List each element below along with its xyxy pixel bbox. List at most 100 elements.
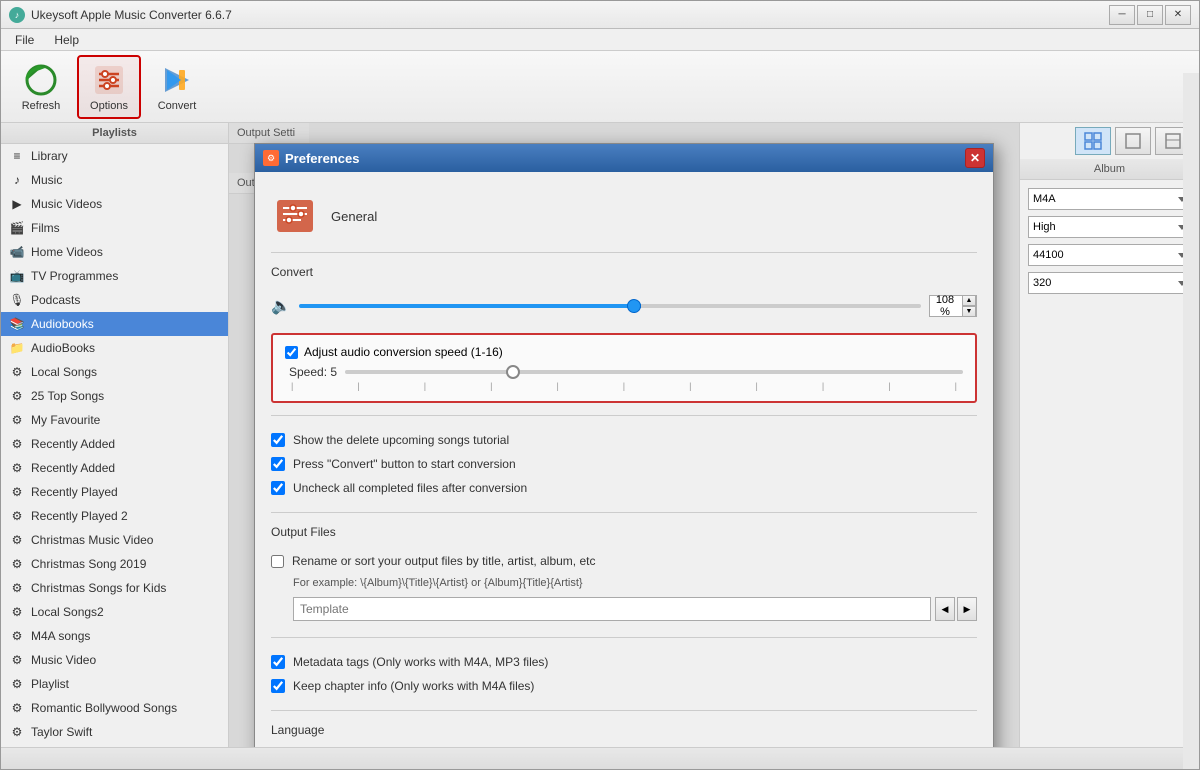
- input-btn-1[interactable]: ◀: [935, 597, 955, 621]
- title-input[interactable]: [293, 597, 931, 621]
- uncheck-completed-checkbox[interactable]: [271, 481, 285, 495]
- podcasts-icon: 🎙: [9, 292, 25, 308]
- favourite-icon: ⚙: [9, 412, 25, 428]
- refresh-label: Refresh: [22, 100, 61, 112]
- format-select[interactable]: M4AMP3AACFLAC: [1028, 188, 1191, 210]
- menu-help[interactable]: Help: [44, 31, 89, 49]
- rename-checkbox[interactable]: [271, 555, 284, 568]
- input-btn-2[interactable]: ▶: [957, 597, 977, 621]
- checkbox-row-3: Uncheck all completed files after conver…: [271, 476, 977, 500]
- sidebar-item-films[interactable]: 🎬 Films: [1, 216, 228, 240]
- sidebar-item-recently-added-2[interactable]: ⚙ Recently Added: [1, 456, 228, 480]
- modal-title-bar: ⚙ Preferences ✕: [255, 144, 993, 172]
- rate-select[interactable]: 441004800022050: [1028, 244, 1191, 266]
- sidebar-item-christmas-music-video[interactable]: ⚙ Christmas Music Video: [1, 528, 228, 552]
- chapter-checkbox[interactable]: [271, 679, 285, 693]
- options-icon: [91, 62, 127, 98]
- sidebar-item-podcasts[interactable]: 🎙 Podcasts: [1, 288, 228, 312]
- speed-slider[interactable]: [345, 370, 963, 374]
- sidebar-item-tv-programmes[interactable]: 📺 TV Programmes: [1, 264, 228, 288]
- convert-label: Convert: [158, 100, 197, 112]
- output-files-label: Output Files: [271, 525, 977, 539]
- divider-4: [271, 710, 977, 711]
- options-button[interactable]: Options: [77, 55, 141, 119]
- sidebar-item-music-videos[interactable]: ▶ Music Videos: [1, 192, 228, 216]
- quality-select[interactable]: HighMediumLow: [1028, 216, 1191, 238]
- speed-checkbox[interactable]: [285, 346, 298, 359]
- playlist-icon: ⚙: [9, 676, 25, 692]
- volume-down-button[interactable]: ▼: [962, 306, 976, 317]
- chapter-label: Keep chapter info (Only works with M4A f…: [293, 679, 534, 693]
- rate-row: 441004800022050: [1028, 244, 1191, 266]
- view-btn-single[interactable]: [1115, 127, 1151, 155]
- sidebar-item-audiobooks[interactable]: 📚 Audiobooks: [1, 312, 228, 336]
- sidebar: Playlists ≡ Library ♪ Music ▶ Music Vide…: [1, 123, 229, 747]
- sidebar-item-label: TV Programmes: [31, 269, 220, 283]
- sidebar-item-romantic-bollywood[interactable]: ⚙ Romantic Bollywood Songs: [1, 696, 228, 720]
- music-icon: ♪: [9, 172, 25, 188]
- options-label: Options: [90, 100, 128, 112]
- sidebar-item-local-songs[interactable]: ⚙ Local Songs: [1, 360, 228, 384]
- sidebar-item-25-top-songs[interactable]: ⚙ 25 Top Songs: [1, 384, 228, 408]
- christmas-music-video-icon: ⚙: [9, 532, 25, 548]
- sidebar-item-recently-added-1[interactable]: ⚙ Recently Added: [1, 432, 228, 456]
- films-icon: 🎬: [9, 220, 25, 236]
- sidebar-item-label: Library: [31, 149, 220, 163]
- input-side-buttons: ◀ ▶: [935, 597, 977, 621]
- sidebar-item-christmas-songs-kids[interactable]: ⚙ Christmas Songs for Kids: [1, 576, 228, 600]
- sidebar-item-label: Christmas Music Video: [31, 533, 220, 547]
- show-tutorial-label: Show the delete upcoming songs tutorial: [293, 433, 509, 447]
- press-convert-checkbox[interactable]: [271, 457, 285, 471]
- sidebar-item-recently-played-2[interactable]: ⚙ Recently Played 2: [1, 504, 228, 528]
- sidebar-item-local-songs2[interactable]: ⚙ Local Songs2: [1, 600, 228, 624]
- convert-section: Convert 🔈 108 % ▲ ▼: [271, 265, 977, 500]
- title-bar-controls: ─ □ ✕: [1109, 5, 1191, 25]
- sidebar-item-music-video[interactable]: ⚙ Music Video: [1, 648, 228, 672]
- bits-select[interactable]: 320256192128: [1028, 272, 1191, 294]
- close-button[interactable]: ✕: [1165, 5, 1191, 25]
- sidebar-item-label: Recently Added: [31, 437, 220, 451]
- title-bar-left: ♪ Ukeysoft Apple Music Converter 6.6.7: [9, 7, 232, 23]
- volume-up-button[interactable]: ▲: [962, 295, 976, 306]
- metadata-checkbox[interactable]: [271, 655, 285, 669]
- sidebar-item-label: Audiobooks: [31, 317, 220, 331]
- sidebar-item-label: Taylor Swift: [31, 725, 220, 739]
- volume-slider[interactable]: [299, 304, 921, 308]
- status-bar: [1, 747, 1199, 769]
- volume-row: 🔈 108 % ▲ ▼: [271, 287, 977, 325]
- divider-1: [271, 415, 977, 416]
- metadata-label: Metadata tags (Only works with M4A, MP3 …: [293, 655, 548, 669]
- output-files-section: Output Files Rename or sort your output …: [271, 525, 977, 698]
- sidebar-item-home-videos[interactable]: 📹 Home Videos: [1, 240, 228, 264]
- sidebar-item-m4a-songs[interactable]: ⚙ M4A songs: [1, 624, 228, 648]
- sidebar-item-taylor-swift[interactable]: ⚙ Taylor Swift: [1, 720, 228, 744]
- minimize-button[interactable]: ─: [1109, 5, 1135, 25]
- sidebar-item-christmas-song-2019[interactable]: ⚙ Christmas Song 2019: [1, 552, 228, 576]
- show-tutorial-checkbox[interactable]: [271, 433, 285, 447]
- modal-body: General Convert 🔈 108 %: [255, 172, 993, 747]
- sidebar-item-label: Recently Played 2: [31, 509, 220, 523]
- sidebar-scroll[interactable]: ≡ Library ♪ Music ▶ Music Videos 🎬 Films…: [1, 144, 228, 747]
- refresh-button[interactable]: Refresh: [9, 55, 73, 119]
- sidebar-item-label: Music Video: [31, 653, 220, 667]
- right-scrollbar[interactable]: [1183, 123, 1199, 747]
- sidebar-item-label: M4A songs: [31, 629, 220, 643]
- sidebar-item-library[interactable]: ≡ Library: [1, 144, 228, 168]
- convert-button[interactable]: Convert: [145, 55, 209, 119]
- sidebar-item-recently-played-1[interactable]: ⚙ Recently Played: [1, 480, 228, 504]
- menu-file[interactable]: File: [5, 31, 44, 49]
- tv-icon: 📺: [9, 268, 25, 284]
- sidebar-item-music[interactable]: ♪ Music: [1, 168, 228, 192]
- uncheck-completed-label: Uncheck all completed files after conver…: [293, 481, 527, 495]
- maximize-button[interactable]: □: [1137, 5, 1163, 25]
- modal-close-button[interactable]: ✕: [965, 148, 985, 168]
- sidebar-item-audiobooks2[interactable]: 📁 AudioBooks: [1, 336, 228, 360]
- music-video-icon: ⚙: [9, 652, 25, 668]
- view-btn-grid[interactable]: [1075, 127, 1111, 155]
- checkbox-row-1: Show the delete upcoming songs tutorial: [271, 428, 977, 452]
- menu-bar: File Help: [1, 29, 1199, 51]
- sidebar-item-playlist[interactable]: ⚙ Playlist: [1, 672, 228, 696]
- sidebar-item-my-favourite[interactable]: ⚙ My Favourite: [1, 408, 228, 432]
- example-row: For example: \{Album}\{Title}\{Artist} o…: [271, 573, 977, 593]
- recently-played-1-icon: ⚙: [9, 484, 25, 500]
